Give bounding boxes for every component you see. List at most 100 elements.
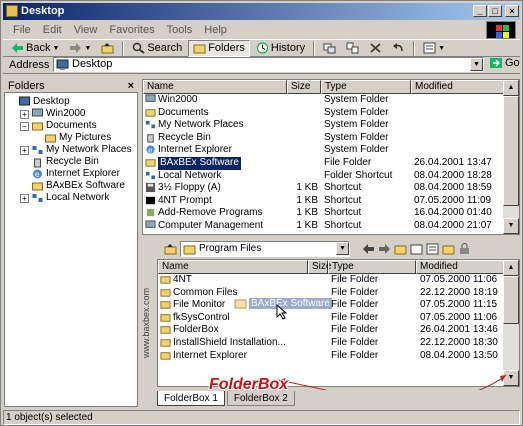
search-button[interactable]: Search	[128, 40, 186, 57]
cell-name: File Monitor	[173, 299, 226, 311]
menu-tools[interactable]: Tools	[161, 24, 199, 36]
folder-icon[interactable]	[442, 243, 455, 255]
cell-modified: 07.05.2000 11:15	[420, 299, 498, 311]
views-icon[interactable]	[426, 243, 439, 255]
menu-file[interactable]: File	[7, 24, 37, 36]
table-row[interactable]: Add-Remove Programs 1 KB Shortcut 16.04.…	[143, 207, 505, 220]
tree-node[interactable]: + Win2000	[4, 108, 138, 120]
history-icon	[256, 42, 268, 54]
tree-node[interactable]: Desktop	[4, 96, 138, 108]
column-name[interactable]: Name	[158, 260, 308, 274]
tree-node[interactable]: BAxBEx Software	[4, 180, 138, 192]
column-modified[interactable]: Modified	[411, 80, 505, 94]
tree-node[interactable]: My Pictures	[4, 132, 138, 144]
list-item[interactable]: fkSysControl File Folder 07.05.2000 11:0…	[158, 312, 520, 325]
maximize-button[interactable]: □	[488, 5, 502, 17]
lock-icon[interactable]	[458, 243, 471, 255]
menu-help[interactable]: Help	[198, 24, 233, 36]
cell-type: Shortcut	[324, 194, 362, 206]
desktop-icon	[19, 96, 30, 106]
table-row[interactable]: 4NT Prompt 1 KB Shortcut 07.05.2000 11:0…	[143, 195, 505, 208]
close-icon[interactable]: ×	[128, 79, 134, 93]
back-arrow-icon[interactable]	[362, 243, 375, 255]
views-button[interactable]: ▼	[419, 40, 449, 57]
expand-toggle[interactable]: +	[20, 110, 29, 119]
properties-icon[interactable]	[410, 243, 423, 255]
copy-to-icon	[346, 42, 359, 54]
forward-arrow-icon[interactable]	[378, 243, 391, 255]
cell-size: 1 KB	[296, 182, 318, 194]
column-size[interactable]: Size	[308, 260, 331, 274]
table-row[interactable]: e Internet Explorer System Folder	[143, 144, 505, 157]
table-row[interactable]: BAxBEx Software File Folder 26.04.2001 1…	[143, 156, 505, 170]
delete-button[interactable]	[365, 40, 386, 57]
scroll-thumb[interactable]	[503, 276, 519, 324]
table-row[interactable]: Local Network Folder Shortcut 08.04.2000…	[143, 170, 505, 183]
close-button[interactable]: ×	[505, 5, 519, 17]
tree-node[interactable]: e Internet Explorer	[4, 168, 138, 180]
column-size[interactable]: Size	[287, 80, 321, 94]
menu-view[interactable]: View	[68, 24, 104, 36]
table-row[interactable]: Computer Management 1 KB Shortcut 08.04.…	[143, 220, 505, 233]
cell-name: 4NT	[173, 274, 192, 285]
expand-toggle[interactable]: −	[20, 122, 29, 131]
column-type[interactable]: Type	[321, 80, 411, 94]
tree-node[interactable]: Recycle Bin	[4, 156, 138, 168]
minimize-button[interactable]: _	[473, 5, 487, 17]
title-bar[interactable]: Desktop _ □ ×	[3, 3, 520, 20]
cell-modified: 16.04.2000 01:40	[414, 207, 492, 219]
list-item[interactable]: 4NT File Folder 07.05.2000 11:06	[158, 274, 520, 287]
path-combo[interactable]: Program Files ▼	[180, 241, 350, 257]
internet-explorer-icon: e	[33, 169, 42, 179]
move-to-button[interactable]	[319, 40, 340, 57]
tree-node-label: My Network Places	[46, 144, 132, 155]
tree-node[interactable]: − Documents	[4, 120, 138, 132]
menu-edit[interactable]: Edit	[37, 24, 68, 36]
folder-tree: Desktop + Win2000 − Documents My Pictures + My …	[4, 96, 138, 204]
scroll-down-button[interactable]: ▼	[503, 218, 519, 234]
folder-icon	[145, 108, 156, 117]
table-row[interactable]: Documents System Folder	[143, 107, 505, 120]
folders-button[interactable]: Folders	[188, 39, 250, 57]
network-icon	[145, 121, 156, 129]
list-scrollbar[interactable]: ▲ ▼	[503, 80, 519, 234]
address-input[interactable]: Desktop ▼	[53, 57, 484, 72]
list-item[interactable]: Common Files File Folder 22.12.2000 18:1…	[158, 287, 520, 300]
undo-button[interactable]	[388, 40, 409, 57]
views-icon	[423, 42, 436, 54]
up-folder-icon[interactable]	[164, 243, 177, 255]
menu-favorites[interactable]: Favorites	[103, 24, 160, 36]
scroll-up-button[interactable]: ▲	[503, 260, 519, 276]
cell-name: Internet Explorer	[158, 144, 232, 156]
window-title: Desktop	[21, 5, 65, 17]
column-modified[interactable]: Modified	[416, 260, 505, 274]
table-row[interactable]: 3½ Floppy (A) 1 KB Shortcut 08.04.2000 1…	[143, 182, 505, 195]
tree-node-label: My Pictures	[59, 132, 112, 143]
cell-type: System Folder	[324, 94, 389, 105]
back-button[interactable]: Back ▼	[7, 40, 63, 57]
folder-icon	[6, 5, 18, 17]
address-dropdown-button[interactable]: ▼	[470, 58, 483, 71]
scroll-up-button[interactable]: ▲	[503, 80, 519, 96]
toolbar-separator	[313, 40, 316, 56]
table-row[interactable]: Win2000 System Folder	[143, 94, 505, 107]
copy-to-button[interactable]	[342, 40, 363, 57]
folder-icon	[160, 301, 171, 309]
table-row[interactable]: My Network Places System Folder	[143, 119, 505, 132]
list-item[interactable]: File Monitor File Folder 07.05.2000 11:1…	[158, 299, 520, 312]
forward-button[interactable]: ▼	[65, 40, 95, 57]
go-button[interactable]: Go	[490, 57, 520, 69]
scroll-thumb[interactable]	[503, 96, 519, 206]
up-button[interactable]	[97, 40, 118, 57]
tree-node[interactable]: + My Network Places	[4, 144, 138, 156]
column-name[interactable]: Name	[143, 80, 287, 94]
new-folder-icon[interactable]	[394, 243, 407, 255]
column-type[interactable]: Type	[328, 260, 416, 274]
arrows-graphic	[277, 374, 507, 390]
expand-toggle[interactable]: +	[20, 194, 29, 203]
expand-toggle[interactable]: +	[20, 146, 29, 155]
history-button[interactable]: History	[252, 40, 309, 57]
path-dropdown-button[interactable]: ▼	[336, 242, 349, 255]
table-row[interactable]: Recycle Bin System Folder	[143, 132, 505, 145]
tree-node[interactable]: + Local Network	[4, 192, 138, 204]
